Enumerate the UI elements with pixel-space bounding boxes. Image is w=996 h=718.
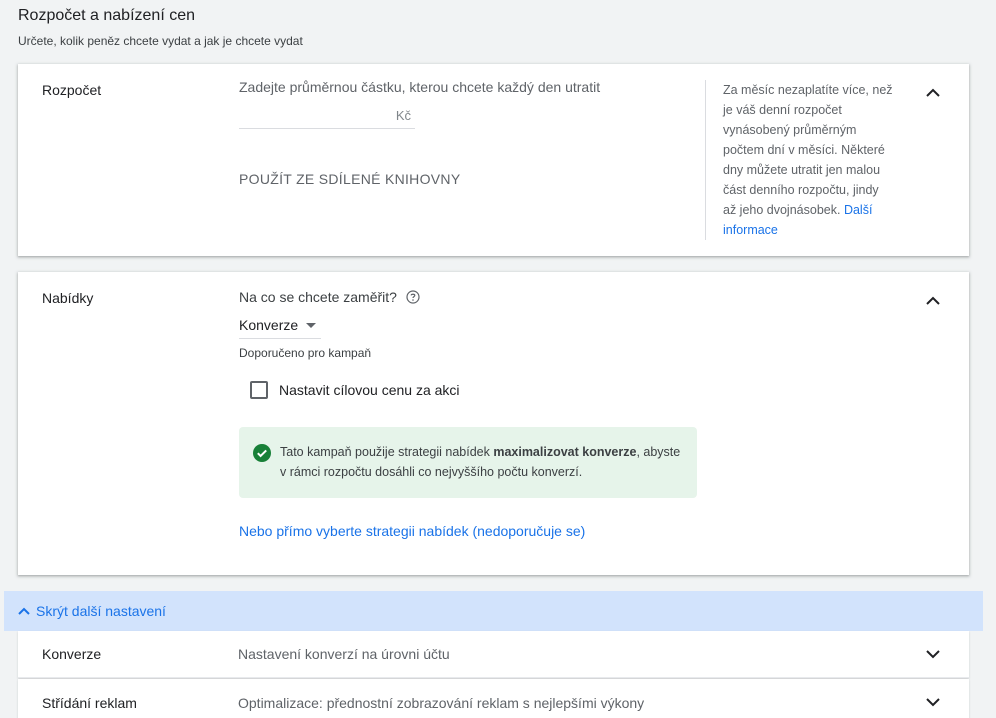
focus-select-value: Konverze: [239, 317, 299, 333]
info-text-prefix: Tato kampaň použije strategii nabídek: [280, 445, 494, 459]
ad-rotation-row-desc: Optimalizace: přednostní zobrazování rek…: [238, 694, 645, 711]
dropdown-arrow-icon: [306, 322, 317, 328]
target-cpa-label: Nastavit cílovou cenu za akci: [279, 382, 460, 398]
page-title: Rozpočet a nabízení cen: [18, 7, 196, 24]
bids-section-label: Nabídky: [42, 290, 94, 306]
hide-more-settings-label: Skrýt další nastavení: [36, 603, 166, 619]
strategy-info-box: Tato kampaň použije strategii nabídek ma…: [239, 427, 697, 498]
page-subtitle: Určete, kolik peněz chcete vydat a jak j…: [18, 34, 303, 48]
budget-field[interactable]: Zadejte průměrnou částku, kterou chcete …: [239, 79, 601, 129]
conversions-row[interactable]: Konverze Nastavení konverzí na úrovni úč…: [18, 631, 969, 678]
conversions-row-desc: Nastavení konverzí na úrovni účtu: [238, 646, 450, 662]
target-cpa-checkbox-row[interactable]: Nastavit cílovou cenu za akci: [250, 381, 460, 399]
target-cpa-checkbox[interactable]: [250, 381, 268, 399]
ad-rotation-row-title: Střídání reklam: [42, 694, 137, 711]
focus-label: Na co se chcete zaměřit?: [239, 289, 397, 305]
chevron-down-icon[interactable]: [921, 691, 945, 715]
budget-section-label: Rozpočet: [42, 82, 102, 98]
bids-card: Nabídky Na co se chcete zaměřit? Konverz…: [18, 272, 969, 575]
focus-row: Na co se chcete zaměřit?: [239, 289, 420, 305]
budget-field-label: Zadejte průměrnou částku, kterou chcete …: [239, 79, 601, 95]
hide-more-settings-toggle[interactable]: Skrýt další nastavení: [4, 591, 983, 631]
page-header: Rozpočet a nabízení cen Určete, kolik pe…: [18, 6, 303, 48]
budget-card: Rozpočet Zadejte průměrnou částku, ktero…: [18, 64, 969, 256]
chevron-up-icon: [18, 607, 30, 615]
budget-input[interactable]: Kč: [239, 103, 415, 129]
chevron-down-icon[interactable]: [921, 642, 945, 666]
use-shared-library-button[interactable]: POUŽÍT ZE SDÍLENÉ KNIHOVNY: [239, 171, 460, 187]
focus-select[interactable]: Konverze: [239, 312, 321, 339]
ad-rotation-row[interactable]: Střídání reklam Optimalizace: přednostní…: [18, 679, 969, 718]
chevron-up-icon: [926, 296, 940, 305]
budget-collapse-button[interactable]: [921, 80, 945, 104]
choose-strategy-directly-link[interactable]: Nebo přímo vyberte strategii nabídek (ne…: [239, 523, 585, 539]
info-text-bold: maximalizovat konverze: [493, 445, 637, 459]
budget-help-text: Za měsíc nezaplatíte více, než je váš de…: [723, 83, 893, 217]
bids-collapse-button[interactable]: [921, 288, 945, 312]
help-circle-icon[interactable]: [406, 290, 420, 304]
recommended-note: Doporučeno pro kampaň: [239, 346, 372, 360]
currency-suffix: Kč: [395, 108, 411, 123]
chevron-up-icon: [926, 88, 940, 97]
check-circle-icon: [253, 444, 271, 462]
conversions-row-title: Konverze: [42, 646, 102, 662]
budget-help-panel: Za měsíc nezaplatíte více, než je váš de…: [705, 80, 895, 240]
